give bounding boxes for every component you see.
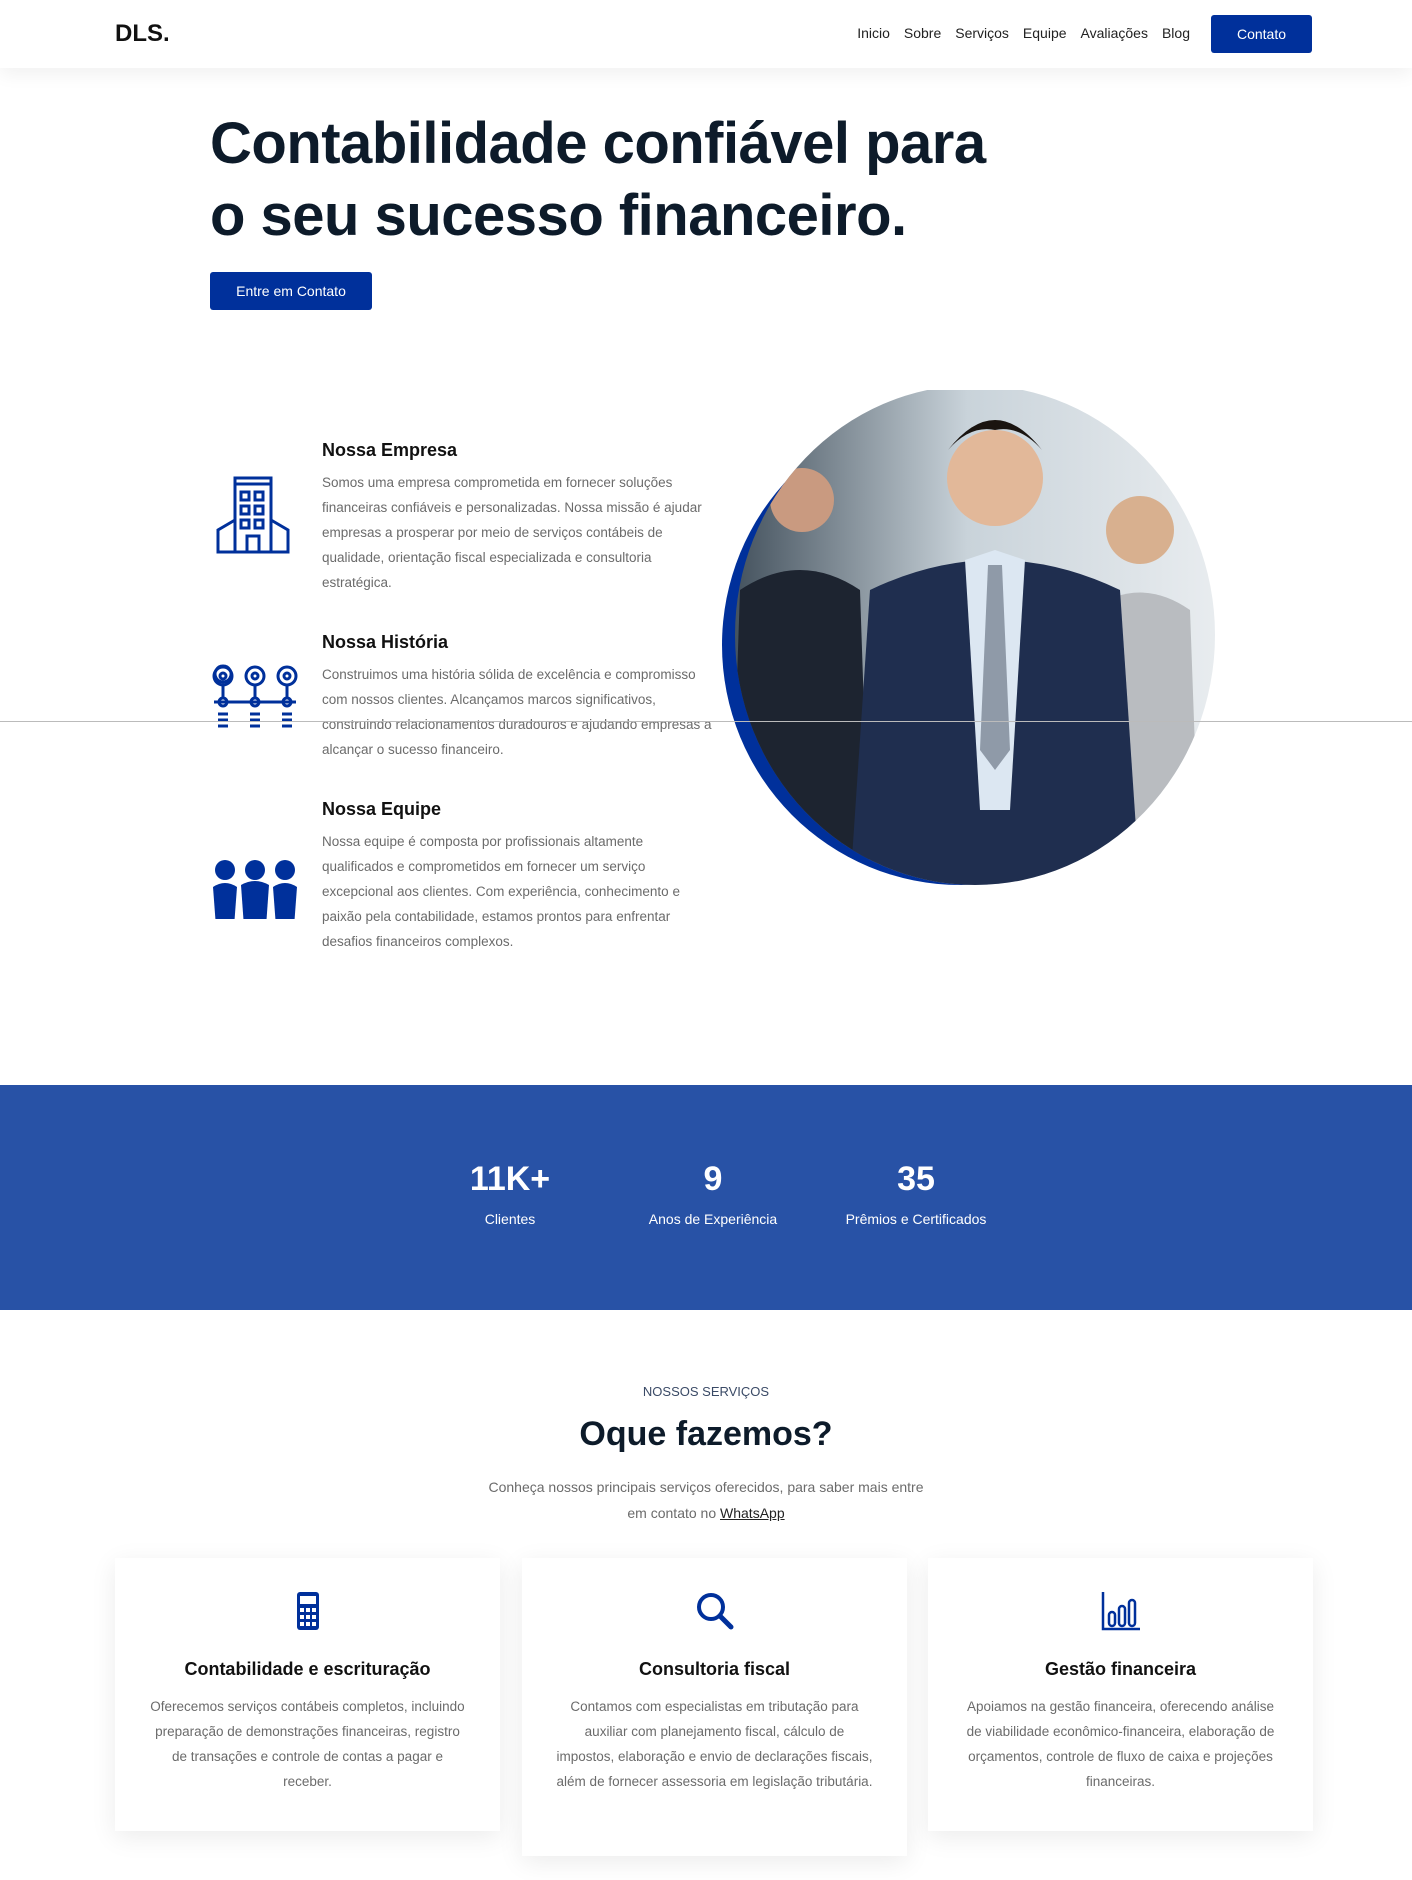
service-card-contabilidade: Contabilidade e escrituração Oferecemos … (115, 1558, 500, 1831)
stat-anos: 9 Anos de Experiência (613, 1160, 813, 1227)
team-photo (722, 390, 1215, 885)
stat-value: 35 (897, 1160, 935, 1198)
service-text: Contamos com especialistas em tributação… (556, 1699, 873, 1789)
about-title: Nossa História (322, 632, 449, 652)
service-text: Apoiamos na gestão financeira, oferecend… (966, 1699, 1275, 1789)
hero-title: Contabilidade confiável para o seu sucess… (210, 108, 986, 252)
nav-item-equipe[interactable]: Equipe (1023, 25, 1067, 41)
service-title: Contabilidade e escrituração (184, 1659, 431, 1679)
calculator-icon (296, 1592, 319, 1630)
about-title: Nossa Empresa (322, 440, 458, 460)
nav-item-sobre[interactable]: Sobre (904, 25, 941, 41)
whatsapp-link[interactable]: WhatsApp (720, 1505, 785, 1521)
building-icon (216, 476, 290, 554)
services-intro-text2: em contato no (627, 1505, 717, 1521)
stat-premios: 35 Prêmios e Certificados (816, 1160, 1016, 1227)
about-text: Construimos uma história sólida de excel… (322, 667, 712, 757)
timeline-pins-icon (212, 664, 298, 728)
service-title: Gestão financeira (1044, 1659, 1197, 1679)
bar-chart-icon (1101, 1592, 1140, 1631)
hero-title-line2: o seu sucesso financeiro. (210, 183, 907, 248)
stat-value: 11K+ (469, 1160, 551, 1198)
service-title: Consultoria fiscal (638, 1659, 791, 1679)
services-intro-text: Conheça nossos principais serviços ofere… (488, 1479, 924, 1495)
services-intro: Conheça nossos principais serviços ofere… (0, 1474, 1412, 1526)
stat-label: Clientes (484, 1211, 536, 1227)
stat-label: Anos de Experiência (648, 1211, 778, 1227)
divider-line (0, 721, 1412, 722)
service-card-consultoria: Consultoria fiscal Contamos com especial… (522, 1558, 907, 1856)
stats-band: 11K+ Clientes 9 Anos de Experiência 35 Prêm… (0, 1085, 1412, 1310)
nav-item-blog[interactable]: Blog (1162, 25, 1190, 41)
hero-contact-button[interactable]: Entre em Contato (210, 272, 372, 310)
service-text: Oferecemos serviços contábeis completos,… (150, 1699, 465, 1789)
stat-clientes: 11K+ Clientes (410, 1160, 610, 1227)
team-icon (213, 860, 297, 919)
services-eyebrow: NOSSOS SERVIÇOS (642, 1384, 770, 1399)
nav-item-servicos[interactable]: Serviços (955, 25, 1009, 41)
logo[interactable]: DLS. (115, 20, 170, 48)
about-text: Somos uma empresa comprometida em fornec… (322, 475, 702, 590)
services-title: Oque fazemos? (579, 1415, 833, 1453)
contact-button[interactable]: Contato (1211, 15, 1312, 53)
nav-item-avaliacoes[interactable]: Avaliações (1081, 25, 1148, 41)
stat-value: 9 (703, 1160, 723, 1198)
navbar: DLS. Inicio Sobre Serviços Equipe Avalia… (0, 0, 1412, 68)
nav-menu: Inicio Sobre Serviços Equipe Avaliações … (857, 25, 1190, 41)
service-card-gestao: Gestão financeira Apoiamos na gestão fin… (928, 1558, 1313, 1831)
hero-title-line1: Contabilidade confiável para (210, 111, 986, 176)
stat-label: Prêmios e Certificados (845, 1211, 987, 1227)
about-title: Nossa Equipe (322, 799, 442, 819)
nav-item-inicio[interactable]: Inicio (857, 25, 890, 41)
search-icon (696, 1593, 733, 1630)
about-text: Nossa equipe é composta por profissionai… (322, 834, 680, 949)
